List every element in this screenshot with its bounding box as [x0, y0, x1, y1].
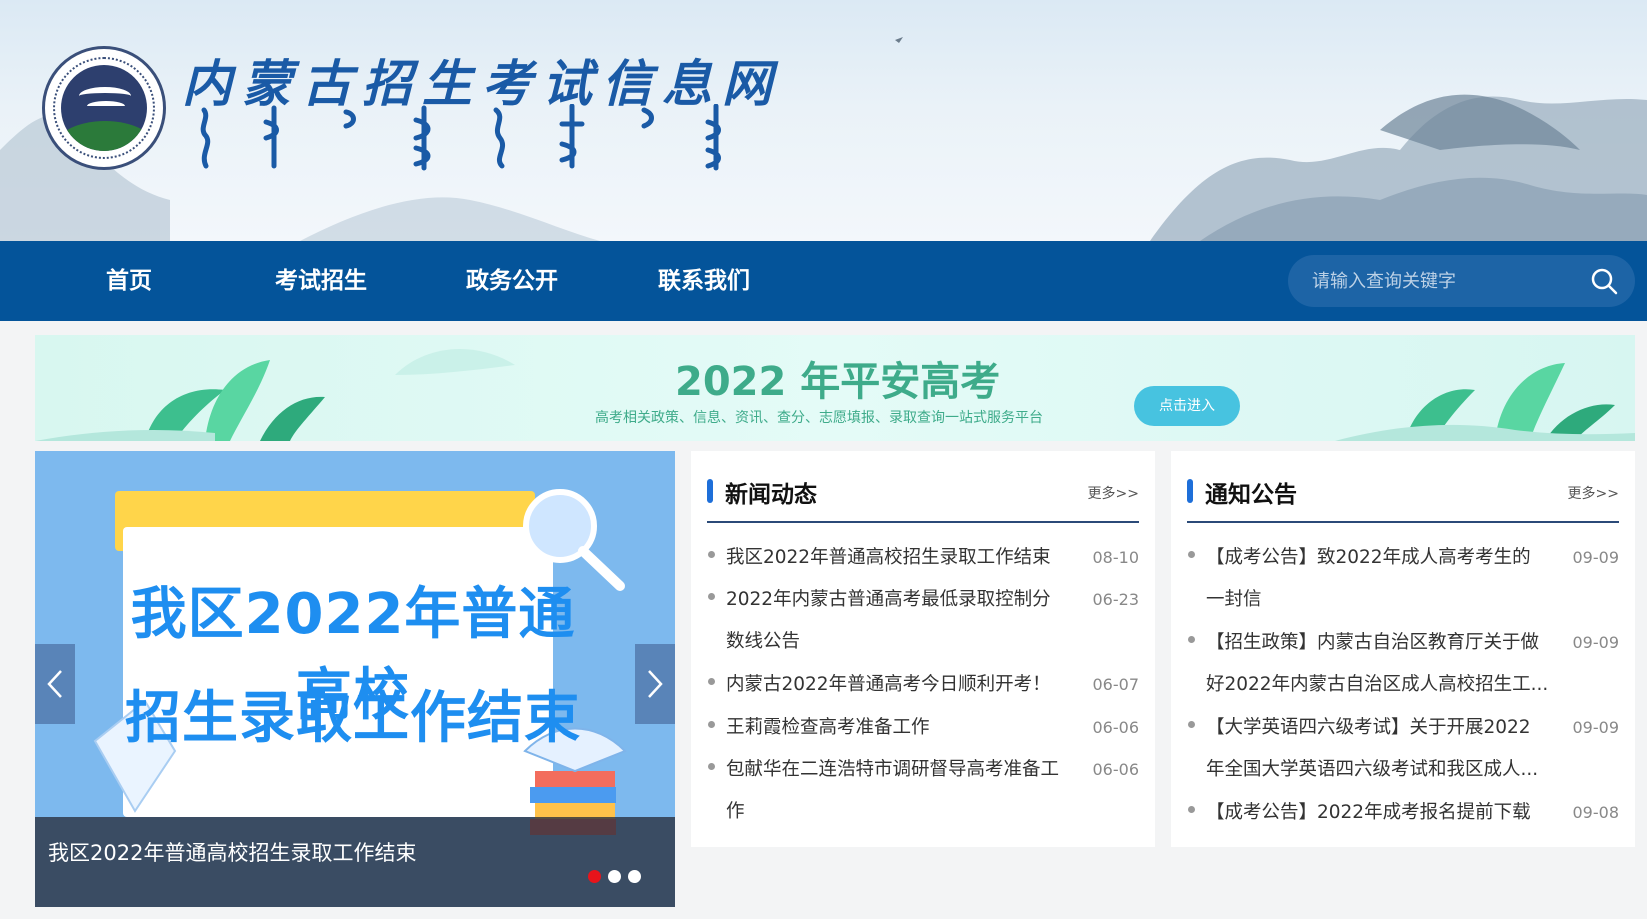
- notices-panel-accent: [1187, 479, 1193, 503]
- nav-item-home[interactable]: 首页: [106, 241, 152, 321]
- notice-item[interactable]: 【成考公告】致2022年成人高考考生的 一封信 09-09: [1187, 537, 1619, 622]
- notice-item[interactable]: 【成考公告】2022年成考报名提前下载 09-08: [1187, 792, 1619, 834]
- news-item-date: 06-23: [1092, 590, 1140, 609]
- news-item[interactable]: 我区2022年普通高校招生录取工作结束 08-10: [707, 537, 1139, 579]
- chevron-left-icon: [47, 670, 62, 698]
- news-item-title[interactable]: 王莉霞检查高考准备工作: [726, 707, 930, 750]
- notices-panel: 通知公告 更多>> 【成考公告】致2022年成人高考考生的 一封信 09-09 …: [1171, 451, 1635, 847]
- carousel-dot-3[interactable]: [628, 870, 641, 883]
- notice-item-title[interactable]: 【成考公告】致2022年成人高考考生的: [1206, 537, 1531, 580]
- search-box: [1288, 255, 1635, 307]
- search-input[interactable]: [1312, 263, 1582, 299]
- news-panel-header: 新闻动态 更多>>: [707, 471, 1139, 523]
- carousel-caption[interactable]: 我区2022年普通高校招生录取工作结束: [35, 817, 675, 907]
- notice-item-date: 09-08: [1572, 803, 1620, 822]
- logo-inner: [61, 65, 147, 151]
- news-panel-accent: [707, 479, 713, 503]
- logo-hill: [61, 121, 147, 151]
- notice-item[interactable]: 【大学英语四六级考试】关于开展2022 年全国大学英语四六级考试和我区成人...…: [1187, 707, 1619, 792]
- bullet-dot: [708, 593, 715, 600]
- notice-item-title[interactable]: 【大学英语四六级考试】关于开展2022: [1206, 707, 1531, 750]
- logo-roof-lower: [87, 101, 125, 111]
- search-icon[interactable]: [1590, 267, 1618, 295]
- notice-item-title-continued[interactable]: 好2022年内蒙古自治区成人高校招生工...: [1206, 664, 1548, 707]
- notice-item[interactable]: 【招生政策】内蒙古自治区教育厅关于做 好2022年内蒙古自治区成人高校招生工..…: [1187, 622, 1619, 707]
- news-item-title[interactable]: 我区2022年普通高校招生录取工作结束: [726, 537, 1051, 580]
- news-item-title[interactable]: 包献华在二连浩特市调研督导高考准备工: [726, 749, 1059, 792]
- news-item-title-continued[interactable]: 数线公告: [726, 621, 800, 664]
- site-header: 内蒙古招生考试信息网: [0, 0, 1647, 241]
- notice-item-date: 09-09: [1572, 548, 1620, 567]
- notices-panel-header: 通知公告 更多>>: [1187, 471, 1619, 523]
- news-carousel[interactable]: 我区2022年普通高校 招生录取工作结束 我区2022年普通高校招生录取工作结束: [35, 451, 675, 907]
- bullet-dot: [708, 763, 715, 770]
- news-more-link[interactable]: 更多>>: [1088, 483, 1139, 503]
- carousel-dot-2[interactable]: [608, 870, 621, 883]
- news-item[interactable]: 2022年内蒙古普通高考最低录取控制分 数线公告 06-23: [707, 579, 1139, 664]
- news-item-date: 08-10: [1092, 548, 1140, 567]
- notice-item-title[interactable]: 【成考公告】2022年成考报名提前下载: [1206, 792, 1531, 835]
- news-item[interactable]: 包献华在二连浩特市调研督导高考准备工 作 06-06: [707, 749, 1139, 834]
- news-item-title[interactable]: 内蒙古2022年普通高考今日顺利开考！: [726, 664, 1051, 707]
- carousel-dot-1[interactable]: [588, 870, 601, 883]
- gaokao-banner[interactable]: 2022 年平安高考 高考相关政策、信息、资讯、查分、志愿填报、录取查询一站式服…: [35, 335, 1635, 441]
- carousel-caption-text[interactable]: 我区2022年普通高校招生录取工作结束: [48, 837, 416, 867]
- nav-item-contact[interactable]: 联系我们: [658, 241, 750, 321]
- news-item[interactable]: 王莉霞检查高考准备工作 06-06: [707, 707, 1139, 749]
- notice-item-title-continued[interactable]: 年全国大学英语四六级考试和我区成人...: [1206, 749, 1538, 792]
- notices-panel-title: 通知公告: [1205, 482, 1297, 508]
- carousel-prev-button[interactable]: [35, 644, 75, 724]
- news-panel-title: 新闻动态: [725, 482, 817, 508]
- bullet-dot: [708, 551, 715, 558]
- bullet-dot: [1188, 806, 1195, 813]
- nav-item-government[interactable]: 政务公开: [466, 241, 558, 321]
- news-item[interactable]: 内蒙古2022年普通高考今日顺利开考！ 06-07: [707, 664, 1139, 706]
- news-item-date: 06-06: [1092, 760, 1140, 779]
- banner-title: 2022 年平安高考: [675, 359, 1001, 405]
- news-item-title-continued[interactable]: 作: [726, 791, 745, 834]
- carousel-next-button[interactable]: [635, 644, 675, 724]
- news-item-date: 06-06: [1092, 718, 1140, 737]
- notice-item-title[interactable]: 【招生政策】内蒙古自治区教育厅关于做: [1206, 622, 1539, 665]
- notices-more-link[interactable]: 更多>>: [1568, 483, 1619, 503]
- notice-item-title-continued[interactable]: 一封信: [1206, 579, 1262, 622]
- news-item-date: 06-07: [1092, 675, 1140, 694]
- main-nav: 首页 考试招生 政务公开 联系我们: [0, 241, 1647, 321]
- banner-subtitle: 高考相关政策、信息、资讯、查分、志愿填报、录取查询一站式服务平台: [595, 410, 1043, 426]
- notice-item-date: 09-09: [1572, 633, 1620, 652]
- bullet-dot: [1188, 636, 1195, 643]
- chevron-right-icon: [648, 670, 663, 698]
- bullet-dot: [1188, 551, 1195, 558]
- news-panel: 新闻动态 更多>> 我区2022年普通高校招生录取工作结束 08-10 2022…: [691, 451, 1155, 847]
- news-item-title[interactable]: 2022年内蒙古普通高考最低录取控制分: [726, 579, 1051, 622]
- slide-headline-line2: 招生录取工作结束: [125, 686, 581, 751]
- mongolian-script-title: [200, 104, 721, 171]
- notice-item-date: 09-09: [1572, 718, 1620, 737]
- nav-item-exams[interactable]: 考试招生: [275, 241, 367, 321]
- bullet-dot: [708, 678, 715, 685]
- site-logo[interactable]: [42, 46, 166, 170]
- bullet-dot: [1188, 721, 1195, 728]
- bullet-dot: [708, 721, 715, 728]
- banner-enter-button[interactable]: 点击进入: [1134, 386, 1240, 426]
